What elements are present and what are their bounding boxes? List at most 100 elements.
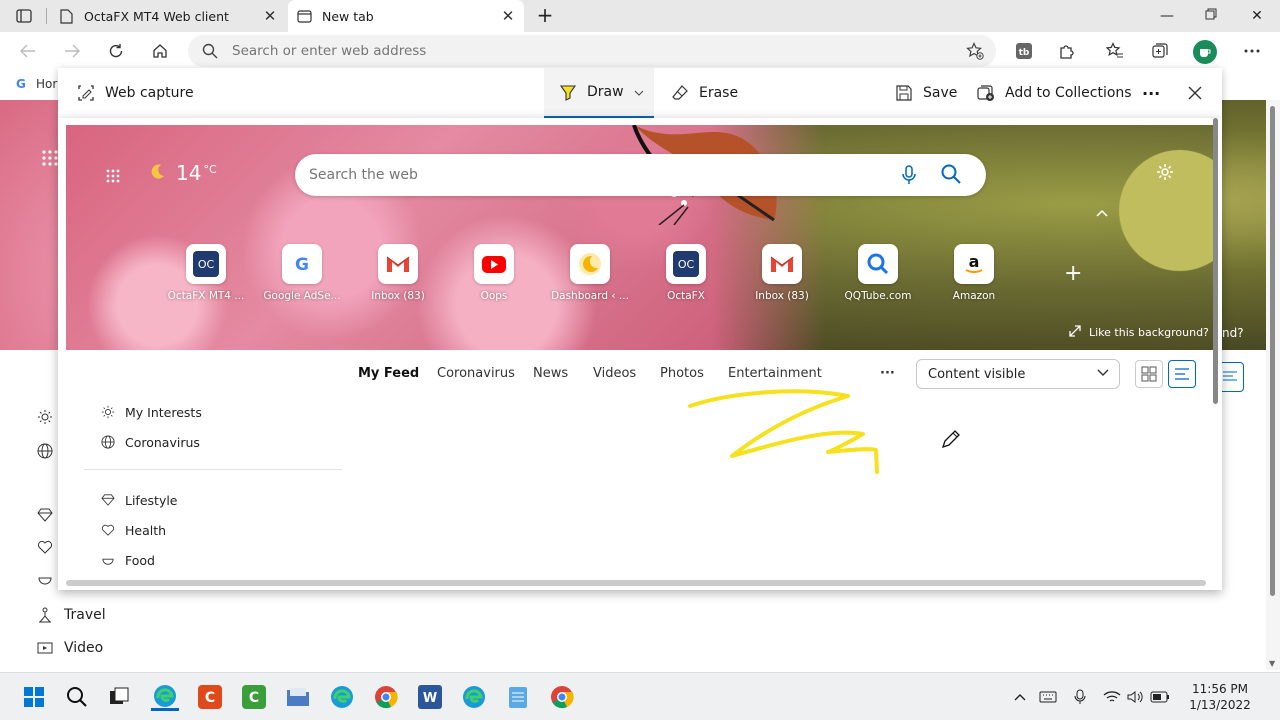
globe-icon [36,442,54,460]
favorite-item-label[interactable]: Hor [36,77,57,91]
settings-more-icon[interactable] [1241,40,1263,62]
quick-link[interactable]: Inbox (83) [350,244,446,302]
tab-new-tab[interactable]: New tab ✕ [288,0,524,32]
like-background-button[interactable]: Like this background? [1069,325,1209,340]
address-input[interactable] [232,41,932,61]
extension-icon[interactable]: tb [1013,40,1035,62]
address-bar[interactable] [188,35,996,67]
quick-link[interactable]: OC OctaFX MT4 ... [158,244,254,302]
task-view-button[interactable] [105,683,133,711]
forward-button[interactable] [60,39,84,63]
quick-link[interactable]: Oops [446,244,542,302]
apps-grid-icon[interactable] [42,150,58,170]
gear-icon[interactable] [1156,163,1174,185]
tab-videos[interactable]: Videos [593,358,636,388]
taskbar-app-chrome-2[interactable] [548,683,576,711]
quick-link[interactable]: Inbox (83) [734,244,830,302]
start-button[interactable] [20,683,48,711]
web-capture-label: Web capture [105,85,194,101]
save-button[interactable]: Save [894,68,957,118]
tab-actions-icon[interactable] [10,6,38,26]
taskbar-app-edge-3[interactable] [460,683,488,711]
sidebar-item-food[interactable]: Food [100,552,155,568]
tab-my-feed[interactable]: My Feed [358,358,419,388]
back-button[interactable] [16,39,40,63]
refresh-button[interactable] [104,39,128,63]
capture-vertical-scrollbar[interactable] [1212,118,1220,590]
microphone-icon[interactable] [902,165,916,189]
taskbar-app-notepad[interactable] [504,683,532,711]
page-scrollbar[interactable]: ▼ [1266,100,1280,670]
favorites-icon[interactable] [1104,40,1126,62]
taskbar-app-edge[interactable] [151,683,179,711]
taskbar-app-word[interactable]: W [416,683,444,711]
wifi-icon[interactable] [1102,687,1122,707]
tab-coronavirus[interactable]: Coronavirus [437,358,515,388]
chevron-down-icon[interactable] [634,86,644,99]
keyboard-icon[interactable] [1038,687,1058,707]
web-search-box[interactable] [295,154,986,196]
search-icon [202,43,218,63]
scrollbar-thumb[interactable] [1213,118,1218,404]
tab-photos[interactable]: Photos [660,358,704,388]
quick-link[interactable]: QQTube.com [830,244,926,302]
newtab-hero: 14 °C OC OctaFX MT4 ... G Google [66,125,1214,350]
add-quick-link-button[interactable]: + [1064,261,1082,286]
tab-news[interactable]: News [533,358,568,388]
microphone-icon[interactable] [1070,687,1090,707]
close-tab-icon[interactable]: ✕ [262,7,278,25]
feed-more-button[interactable]: ··· [880,358,895,388]
list-view-button[interactable] [1168,360,1196,388]
volume-icon[interactable] [1126,687,1146,707]
quick-link[interactable]: a Amazon [926,244,1022,302]
sidebar-item-coronavirus[interactable]: Coronavirus [100,434,200,450]
taskbar-app-camtasia[interactable]: C [240,683,268,711]
apps-grid-icon[interactable] [106,169,120,187]
add-to-collections-button[interactable]: Add to Collections [976,68,1132,118]
show-hidden-icons[interactable] [1010,687,1030,707]
scroll-down-icon[interactable]: ▼ [1269,659,1275,668]
add-favorite-icon[interactable] [966,42,984,64]
close-capture-button[interactable] [1188,68,1202,118]
scrollbar-thumb[interactable] [1270,106,1275,596]
close-tab-icon[interactable]: ✕ [500,7,516,25]
weather-widget[interactable]: 14 °C [150,161,217,185]
bg-sidebar-video[interactable]: Video [36,639,103,657]
content-visibility-dropdown[interactable]: Content visible [916,359,1120,389]
sidebar-item-lifestyle[interactable]: Lifestyle [100,492,178,508]
system-clock[interactable]: 11:56 PM 1/13/2022 [1176,681,1264,713]
collections-add-icon [976,83,996,103]
close-window-button[interactable]: ✕ [1242,4,1272,28]
search-icon[interactable] [941,164,961,188]
quick-link[interactable]: OC OctaFX [638,244,734,302]
minimize-button[interactable]: — [1152,4,1182,28]
quick-link[interactable]: G Google AdSe... [254,244,350,302]
taskbar-app-orange[interactable]: C [196,683,224,711]
battery-icon[interactable] [1150,687,1170,707]
home-button[interactable] [148,39,172,63]
web-search-input[interactable] [309,165,869,185]
tab-entertainment[interactable]: Entertainment [728,358,822,388]
quick-link[interactable]: Dashboard ‹ ... [542,244,638,302]
tab-octafx[interactable]: OctaFX MT4 Web client ✕ [50,0,286,32]
bg-sidebar-travel[interactable]: Travel [36,606,106,624]
sidebar-item-my-interests[interactable]: My Interests [100,404,202,420]
more-options-button[interactable]: ··· [1142,68,1160,118]
chevron-up-icon[interactable] [1096,205,1108,221]
taskbar-search-button[interactable] [63,683,91,711]
profile-avatar[interactable] [1193,40,1217,64]
taskbar-app-chrome[interactable] [372,683,400,711]
taskbar-app-edge-2[interactable] [328,683,356,711]
taskbar-app-file-explorer[interactable] [284,683,312,711]
erase-button[interactable]: Erase [670,68,738,118]
sidebar-item-health[interactable]: Health [100,522,166,538]
collections-icon[interactable] [1149,40,1171,62]
new-tab-button[interactable]: + [534,4,556,28]
draw-button[interactable]: Draw [544,68,654,118]
capture-area[interactable]: 14 °C OC OctaFX MT4 ... G Google [58,118,1222,590]
capture-horizontal-scrollbar[interactable] [66,580,1206,586]
web-capture-title: Web capture [76,68,194,118]
grid-view-button[interactable] [1135,360,1163,388]
extensions-icon[interactable] [1056,40,1078,62]
maximize-button[interactable] [1196,4,1226,28]
